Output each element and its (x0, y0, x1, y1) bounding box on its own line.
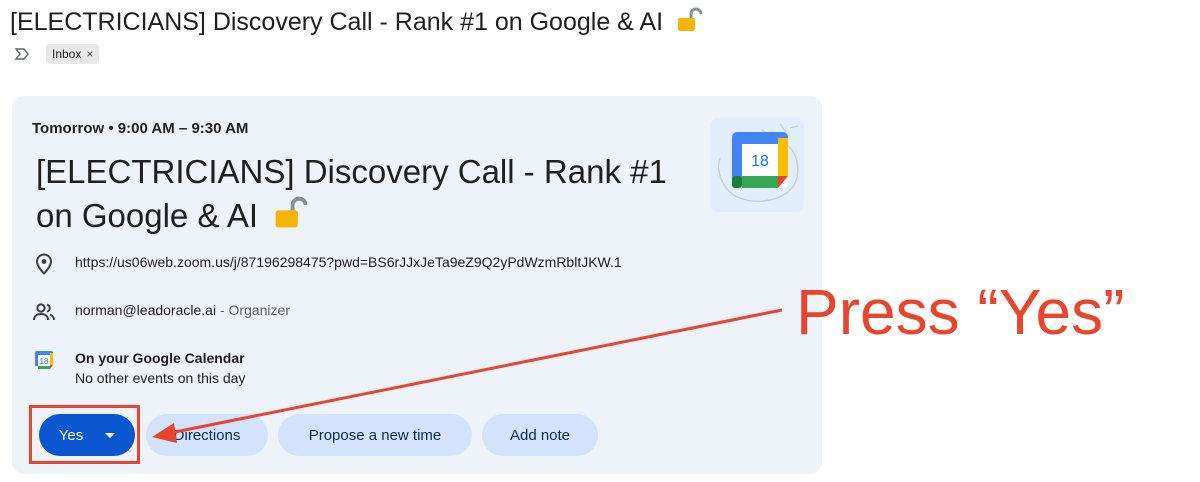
calendar-status: On your Google Calendar (75, 350, 245, 366)
calendar-day-number: 18 (751, 153, 769, 170)
google-calendar-illustration: 18 (710, 118, 804, 212)
calendar-icon-day: 18 (40, 357, 49, 366)
add-note-button[interactable]: Add note (482, 414, 598, 456)
event-invite-card: Tomorrow • 9:00 AM – 9:30 AM [ELECTRICIA… (12, 96, 822, 474)
event-location-row: https://us06web.zoom.us/j/87196298475?pw… (32, 252, 622, 276)
event-organizer: norman@leadoracle.ai - Organizer (75, 300, 290, 320)
rsvp-yes-label: Yes (58, 426, 84, 444)
dropdown-caret-icon[interactable] (105, 432, 116, 438)
email-subject-text: [ELECTRICIANS] Discovery Call - Rank #1 … (10, 8, 664, 36)
label-row: Inbox × (14, 44, 100, 64)
propose-new-time-button[interactable]: Propose a new time (278, 414, 472, 456)
event-time: Tomorrow • 9:00 AM – 9:30 AM (32, 120, 249, 137)
event-location-link[interactable]: https://us06web.zoom.us/j/87196298475?pw… (75, 252, 622, 272)
inbox-label-text: Inbox (52, 47, 82, 61)
calendar-conflicts: No other events on this day (75, 370, 246, 386)
event-calendar-row: 18 On your Google Calendar No other even… (32, 348, 245, 388)
event-title-text: [ELECTRICIANS] Discovery Call - Rank #1 … (36, 153, 667, 234)
inbox-label-chip[interactable]: Inbox × (46, 44, 100, 64)
location-pin-icon (32, 252, 56, 276)
event-title: [ELECTRICIANS] Discovery Call - Rank #1 … (36, 150, 696, 238)
remove-label-button[interactable]: × (86, 47, 93, 61)
annotation-text: Press “Yes” (796, 276, 1125, 348)
lock-open-icon (677, 7, 702, 31)
directions-label: Directions (173, 426, 241, 444)
propose-new-time-label: Propose a new time (308, 426, 442, 444)
lock-open-icon (275, 196, 308, 228)
rsvp-yes-button[interactable]: Yes (39, 414, 135, 456)
directions-button[interactable]: Directions (146, 414, 268, 456)
organizer-role: - Organizer (216, 302, 290, 318)
people-icon (32, 300, 56, 324)
email-subject: [ELECTRICIANS] Discovery Call - Rank #1 … (10, 6, 702, 38)
importance-marker-icon[interactable] (14, 46, 30, 62)
event-organizer-row: norman@leadoracle.ai - Organizer (32, 300, 290, 324)
google-calendar-icon: 18 (32, 348, 56, 372)
organizer-email[interactable]: norman@leadoracle.ai (75, 302, 216, 318)
event-calendar-info: On your Google Calendar No other events … (75, 348, 245, 388)
add-note-label: Add note (509, 426, 571, 444)
